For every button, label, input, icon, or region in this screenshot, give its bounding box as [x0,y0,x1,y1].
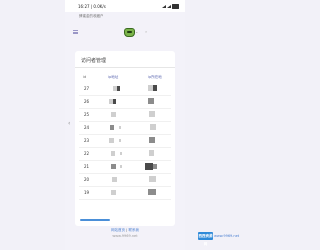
redacted-cell [113,99,116,104]
phone-screen: 16:27 | 0.0K/s 蜂蜜金的收藏户 ⌄ ⌕ ‹ 访问者管理 id ip… [65,0,185,250]
visitor-management-card: 访问者管理 id ip地址 ip所在地 27 26 25 24 23 22 21… [75,51,175,226]
column-header-ip-address: ip地址 [108,75,119,79]
battery-icon [172,4,179,9]
row-id: 22 [84,151,90,156]
menu-icon[interactable] [73,30,78,35]
horizontal-scrollbar[interactable] [80,219,110,221]
redacted-cell [120,165,122,168]
watermark-badge: 西西资源网 [198,232,213,246]
redacted-cell [149,111,155,117]
redacted-cell [111,151,115,156]
table-row[interactable]: 24 [75,121,175,134]
row-id: 23 [84,138,90,143]
redacted-cell [117,86,120,91]
redacted-cell [153,164,157,169]
redacted-cell [149,176,156,182]
wifi-icon [167,5,171,8]
row-id: 26 [84,99,90,104]
redacted-cell [111,164,116,169]
table-row[interactable]: 26 [75,95,175,108]
redacted-cell [111,190,116,195]
footer-url: www.9969.net [112,234,138,238]
row-id: 24 [84,125,90,130]
footer-link-contact[interactable]: 联系我 [128,228,139,232]
status-time: 16:27 | 0.0K/s [78,4,106,9]
redacted-cell [148,98,154,104]
status-icons [162,4,179,9]
chevron-down-icon[interactable]: ⌄ [135,29,138,34]
row-id: 27 [84,86,90,91]
redacted-cell [111,112,116,117]
table-header: id ip地址 ip所在地 [75,73,175,81]
redacted-cell [149,150,154,156]
redacted-cell [110,125,114,130]
row-id: 21 [84,164,90,169]
redacted-cell [119,126,121,129]
redacted-cell [119,139,121,142]
table-row[interactable]: 27 [75,82,175,95]
divider [75,67,175,68]
table-row[interactable]: 21 [75,160,175,173]
row-id: 20 [84,177,90,182]
column-header-id: id [83,75,87,79]
redacted-cell [112,177,117,182]
redacted-cell [120,152,122,155]
redacted-cell [149,137,155,143]
footer-link-home[interactable]: 网站首页 [111,228,125,232]
table-row[interactable]: 25 [75,108,175,121]
card-title: 访问者管理 [81,58,107,64]
redacted-cell [145,163,153,170]
redacted-cell [150,124,156,130]
status-bar: 16:27 | 0.0K/s [65,0,185,12]
chevron-left-icon[interactable]: ‹ [68,120,70,127]
table-row[interactable]: 22 [75,147,175,160]
site-watermark: 西西资源网 www.9969.net [198,232,239,246]
table-row[interactable]: 20 [75,173,175,186]
row-id: 19 [84,190,90,195]
column-header-ip-location: ip所在地 [148,75,162,79]
signal-icon [162,5,166,8]
more-icon[interactable]: ⌕ [145,29,147,34]
redacted-cell [153,85,157,91]
row-id: 25 [84,112,90,117]
redacted-cell [109,138,114,143]
top-navbar: ⌄ ⌕ [65,24,185,40]
table-row[interactable]: 23 [75,134,175,147]
page-mini-title: 蜂蜜金的收藏户 [79,14,104,18]
watermark-text: www.9969.net [214,234,240,238]
redacted-cell [148,189,156,195]
table-row[interactable]: 19 [75,186,175,199]
avatar[interactable] [124,28,135,37]
page-footer: 网站首页 | 联系我 www.9969.net [65,228,185,238]
